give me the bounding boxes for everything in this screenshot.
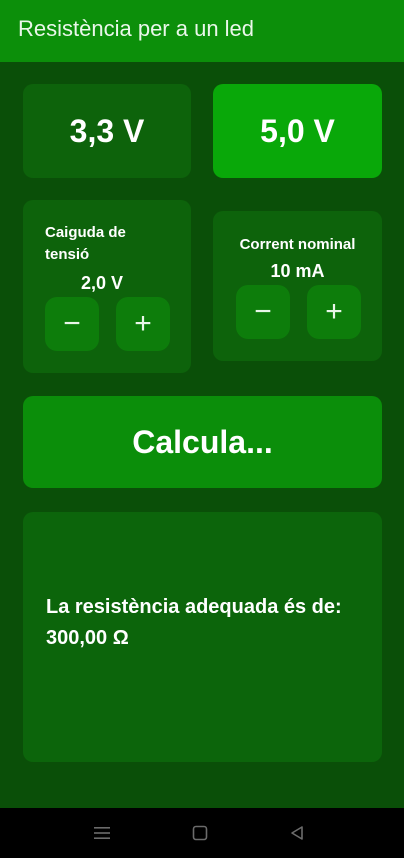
plus-icon: + (325, 295, 343, 328)
result-text-block: La resistència adequada és de: 300,00 Ω (46, 592, 356, 654)
home-square-icon[interactable] (192, 825, 208, 846)
app-bar: Resistència per a un led (0, 0, 404, 62)
minus-icon: − (254, 295, 272, 328)
nominal-current-card: Corrent nominal 10 mA − + (213, 211, 382, 361)
voltage-3v3-label: 3,3 V (69, 112, 145, 149)
voltage-3v3-button[interactable]: 3,3 V (23, 84, 191, 178)
system-navigation-bar (0, 808, 404, 858)
voltage-drop-increment-button[interactable]: + (116, 297, 170, 351)
nominal-current-label: Corrent nominal (239, 236, 356, 253)
voltage-drop-value: 2,0 V (81, 273, 124, 293)
nominal-current-increment-button[interactable]: + (307, 285, 361, 339)
result-value: 300,00 Ω (46, 627, 129, 649)
voltage-5v0-label: 5,0 V (260, 112, 335, 149)
calculate-label: Calcula... (132, 423, 273, 460)
voltage-drop-card: Caiguda de tensió 2,0 V − + (23, 200, 191, 373)
nominal-current-decrement-button[interactable]: − (236, 285, 290, 339)
result-card: La resistència adequada és de: 300,00 Ω (23, 512, 382, 762)
calculate-button[interactable]: Calcula... (23, 396, 382, 488)
voltage-drop-decrement-button[interactable]: − (45, 297, 99, 351)
app-title: Resistència per a un led (18, 16, 255, 41)
voltage-5v0-button[interactable]: 5,0 V (213, 84, 382, 178)
nominal-current-value: 10 mA (270, 261, 325, 281)
menu-icon[interactable] (93, 826, 111, 845)
voltage-drop-label: Caiguda de tensió (45, 224, 126, 263)
plus-icon: + (134, 307, 152, 340)
back-triangle-icon[interactable] (289, 825, 305, 846)
minus-icon: − (63, 307, 81, 340)
result-text: La resistència adequada és de: (46, 596, 342, 618)
